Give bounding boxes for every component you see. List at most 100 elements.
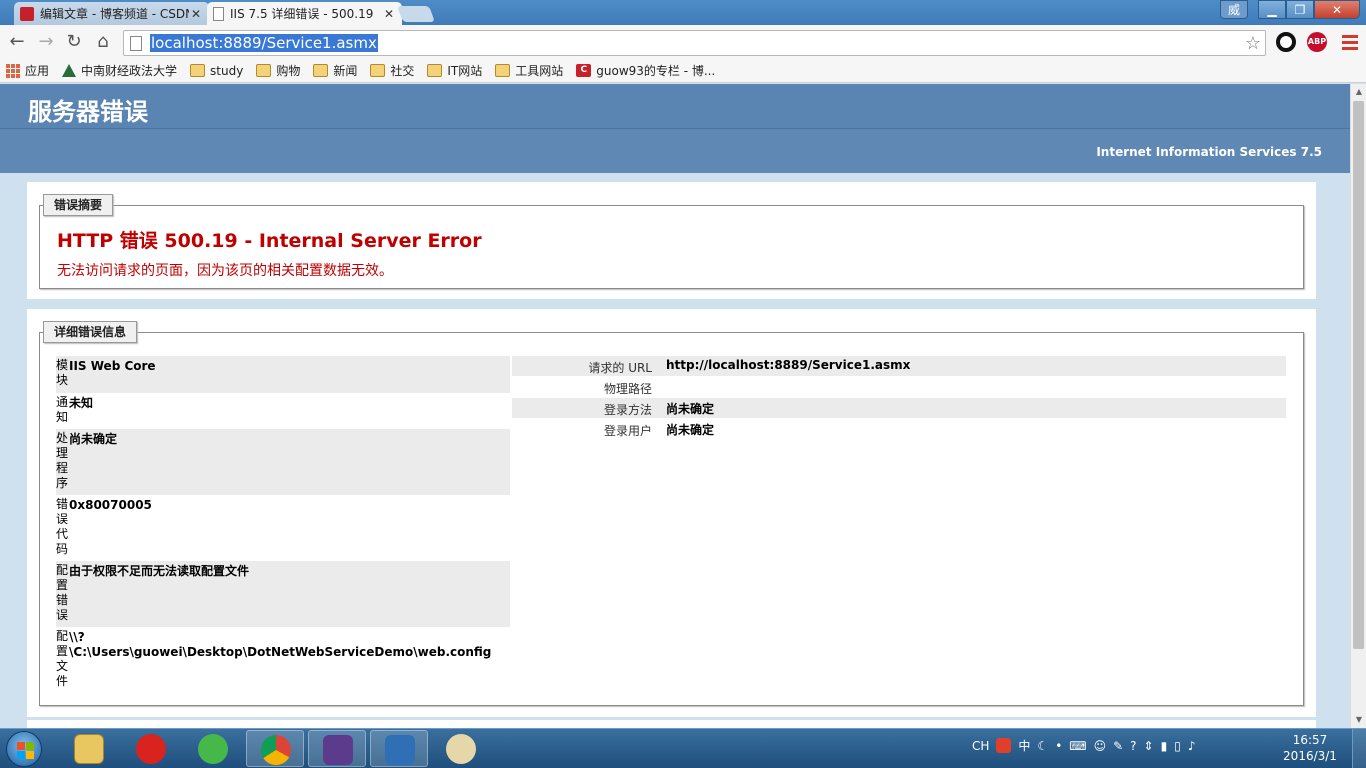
error-summary-legend: 错误摘要 [43, 194, 114, 216]
vertical-scrollbar[interactable]: ▲ ▼ [1350, 84, 1366, 728]
error-title: HTTP 错误 500.19 - Internal Server Error [57, 230, 482, 252]
folder-icon [256, 64, 272, 77]
tools-icon[interactable]: ✎ [1113, 739, 1123, 753]
detail-value: 由于权限不足而无法读取配置文件 [69, 564, 250, 578]
folder-icon [427, 64, 443, 77]
scroll-thumb[interactable] [1353, 101, 1364, 649]
university-icon [62, 64, 77, 77]
taskbar-paint[interactable] [432, 730, 490, 767]
input-language[interactable]: CH [972, 739, 989, 753]
taskbar-chrome[interactable] [246, 730, 304, 767]
reload-icon[interactable]: ↻ [64, 32, 84, 52]
ime-mode[interactable]: 中 [1018, 737, 1030, 754]
detail-row-notification: 通知 未知 [56, 393, 510, 429]
detail-value: 尚未确定 [666, 402, 715, 416]
detail-label: 物理路径 [603, 382, 652, 396]
bookmark-star-icon[interactable]: ☆ [1245, 33, 1261, 54]
detail-value-path: \C:\Users\guowei\Desktop\DotNetWebServic… [69, 645, 492, 659]
paint-icon [446, 734, 476, 764]
bookmark-folder-shopping[interactable]: 购物 [256, 62, 300, 79]
detail-label: 登录用户 [603, 424, 652, 438]
detail-value: IIS Web Core [69, 359, 156, 373]
detail-value: http://localhost:8889/Service1.asmx [666, 358, 911, 372]
system-clock[interactable]: 16:57 2016/3/1 [1280, 732, 1340, 764]
close-window-button[interactable]: ✕ [1314, 0, 1360, 19]
tray-expand-icon[interactable]: ⇕ [1144, 739, 1154, 753]
new-tab-button[interactable] [397, 6, 435, 22]
error-summary-panel: HTTP 错误 500.19 - Internal Server Error 无… [27, 182, 1316, 299]
battery-icon[interactable]: ▯ [1174, 739, 1181, 753]
scroll-down-icon[interactable]: ▼ [1351, 712, 1366, 728]
taskbar-360[interactable] [184, 730, 242, 767]
volume-icon[interactable]: ♪ [1188, 739, 1196, 753]
sogou-ime-icon[interactable] [996, 738, 1012, 753]
maximize-button[interactable]: ❐ [1286, 0, 1314, 19]
page-icon [213, 6, 224, 21]
folder-icon [495, 64, 511, 77]
tab-csdn-edit[interactable]: 编辑文章 - 博客频道 - CSDN ✕ [14, 2, 209, 25]
profile-button[interactable]: 威 [1220, 0, 1248, 19]
help-icon[interactable]: ? [1130, 739, 1136, 753]
forward-arrow-icon[interactable]: → [36, 32, 56, 52]
browser-360-icon [198, 734, 228, 764]
punctuation-icon[interactable]: • [1055, 739, 1062, 753]
chrome-icon [261, 735, 291, 765]
taskbar-music[interactable] [122, 730, 180, 767]
windows-taskbar: CH 中 ☾ • ⌨ ☺ ✎ ? ⇕ ▮ ▯ ♪ 16:57 2016/3/1 [0, 728, 1366, 768]
home-icon[interactable]: ⌂ [93, 32, 113, 52]
bookmark-apps[interactable]: 应用 [6, 62, 49, 79]
back-arrow-icon[interactable]: ← [7, 32, 27, 52]
bookmark-folder-it[interactable]: IT网站 [427, 62, 482, 79]
folder-icon [313, 64, 329, 77]
bookmark-label: 新闻 [333, 64, 358, 78]
page-info-icon[interactable] [130, 36, 142, 51]
error-detail-panel: 模块 IIS Web Core 通知 未知 处理程序 尚未确定 错误代码 0x8… [27, 309, 1316, 717]
page-viewport: 服务器错误 Internet Information Services 7.5 … [0, 84, 1350, 728]
chrome-menu-icon[interactable] [1342, 35, 1358, 53]
network-signal-icon[interactable]: ▮ [1161, 739, 1168, 753]
detail-value: 尚未确定 [666, 423, 715, 437]
scroll-up-icon[interactable]: ▲ [1351, 84, 1366, 100]
taskbar-visual-studio[interactable] [308, 730, 366, 767]
bookmark-label: 应用 [25, 64, 50, 78]
bookmark-label: IT网站 [447, 64, 483, 78]
detail-row-config-file: 配置文件 \\? \C:\Users\guowei\Desktop\DotNet… [56, 627, 510, 693]
bookmark-folder-study[interactable]: study [190, 64, 243, 78]
page-header: 服务器错误 [0, 84, 1350, 128]
taskbar-iis-manager[interactable] [370, 730, 428, 767]
address-bar[interactable]: localhost:8889/Service1.asmx ☆ [123, 30, 1266, 56]
adblock-plus-icon[interactable]: ABP [1307, 32, 1327, 52]
bookmark-university[interactable]: 中南财经政法大学 [62, 62, 177, 79]
error-detail-legend: 详细错误信息 [43, 321, 138, 343]
detail-row-module: 模块 IIS Web Core [56, 356, 510, 393]
bookmark-label: study [210, 63, 244, 78]
detail-row-handler: 处理程序 尚未确定 [56, 429, 510, 495]
extension-circle-icon[interactable] [1276, 32, 1296, 52]
bookmark-label: 工具网站 [515, 64, 564, 78]
bookmark-folder-social[interactable]: 社交 [370, 62, 414, 79]
clock-date: 2016/3/1 [1283, 749, 1337, 763]
start-button[interactable] [6, 731, 42, 767]
bookmark-folder-news[interactable]: 新闻 [313, 62, 357, 79]
bookmarks-bar: 应用 中南财经政法大学 study 购物 新闻 社交 IT网站 工具网站 C g… [0, 59, 1366, 83]
csdn-icon: C [576, 64, 592, 77]
next-panel-edge [27, 720, 1316, 728]
url-text[interactable]: localhost:8889/Service1.asmx [150, 34, 378, 52]
detail-row-physical-path: 物理路径 [512, 377, 1286, 397]
keyboard-icon[interactable]: ⌨ [1069, 739, 1086, 753]
bookmark-folder-tools[interactable]: 工具网站 [495, 62, 563, 79]
minimize-button[interactable]: ▁ [1258, 0, 1286, 19]
detail-row-config-error: 配置错误 由于权限不足而无法读取配置文件 [56, 561, 510, 627]
visual-studio-icon [323, 735, 353, 765]
tab-iis-error[interactable]: IIS 7.5 详细错误 - 500.19 ✕ [207, 2, 402, 25]
close-tab-icon[interactable]: ✕ [189, 7, 203, 21]
bookmark-label: 社交 [390, 64, 415, 78]
window-controls: 威 ▁ ❐ ✕ [1220, 0, 1360, 19]
taskbar-explorer[interactable] [60, 730, 118, 767]
page-subheader: Internet Information Services 7.5 [0, 128, 1350, 173]
close-tab-icon[interactable]: ✕ [382, 7, 396, 21]
bookmark-csdn-blog[interactable]: C guow93的专栏 - 博... [576, 62, 715, 79]
moon-icon[interactable]: ☾ [1037, 739, 1048, 753]
user-icon[interactable]: ☺ [1094, 739, 1107, 753]
show-desktop-button[interactable] [1352, 729, 1366, 768]
